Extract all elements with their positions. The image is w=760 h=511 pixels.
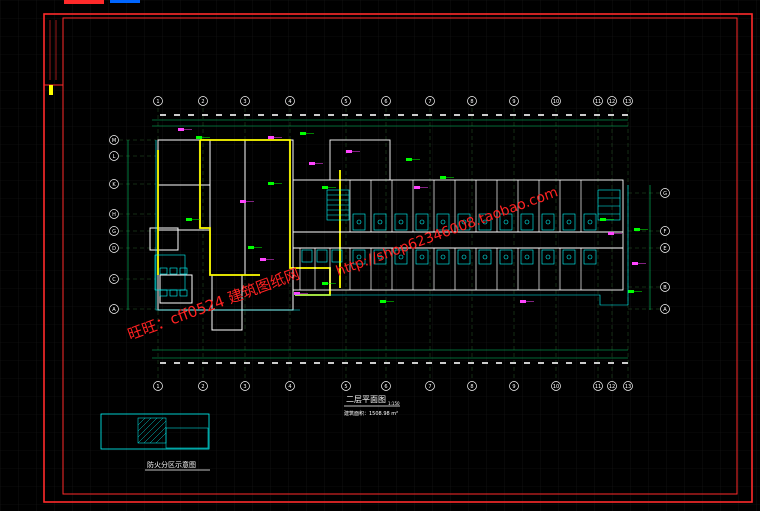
- column-axis-label: 10: [553, 384, 559, 390]
- column-axis-label: 3: [243, 99, 246, 105]
- annotation-mark: [260, 258, 266, 261]
- column-axis-label: 13: [625, 384, 631, 390]
- annotation-mark: [608, 232, 614, 235]
- column-axis-label: 5: [344, 99, 347, 105]
- row-axis-label: F: [664, 229, 667, 235]
- annotation-mark: [309, 162, 315, 165]
- annotation-mark: [322, 282, 328, 285]
- title-block-marker: [49, 85, 53, 95]
- annotation-mark: [632, 262, 638, 265]
- row-axis-label: E: [663, 246, 666, 252]
- annotation-mark: [294, 292, 300, 295]
- annotation-mark: [406, 158, 412, 161]
- row-axis-label: G: [112, 229, 116, 235]
- annotation-mark: [300, 132, 306, 135]
- column-axis-label: 9: [512, 99, 515, 105]
- annotation-mark: [196, 136, 202, 139]
- row-axis-label: G: [663, 191, 667, 197]
- annotation-mark: [600, 218, 606, 221]
- annotation-mark: [240, 200, 246, 203]
- annotation-mark: [520, 300, 526, 303]
- row-axis-label: A: [663, 307, 667, 313]
- annotation-mark: [178, 128, 184, 131]
- column-axis-label: 4: [288, 384, 291, 390]
- column-axis-label: 9: [512, 384, 515, 390]
- column-axis-label: 12: [609, 99, 615, 105]
- row-axis-label: M: [112, 138, 116, 144]
- column-axis-label: 6: [384, 99, 387, 105]
- cad-drawing-canvas: 1 2 3 4 5 6 7 8 9 10 11 12 13 1 2 3 4 5 6 7 8 9 10 11 12 13 MLKH…: [0, 0, 760, 511]
- column-axis-label: 13: [625, 99, 631, 105]
- plan-title: 二层平面图: [346, 395, 386, 404]
- column-axis-label: 11: [595, 384, 601, 390]
- annotation-mark: [248, 246, 254, 249]
- column-axis-label: 1: [156, 99, 159, 105]
- plan-scale: 1:150: [388, 401, 400, 406]
- column-axis-label: 8: [470, 384, 473, 390]
- annotation-mark: [268, 136, 274, 139]
- row-axis-label: B: [663, 285, 667, 291]
- column-axis-label: 5: [344, 384, 347, 390]
- column-axis-label: 2: [201, 99, 204, 105]
- row-axis-label: H: [112, 212, 116, 218]
- row-axis-label: D: [112, 246, 116, 252]
- column-axis-label: 8: [470, 99, 473, 105]
- column-axis-label: 10: [553, 99, 559, 105]
- column-axis-label: 3: [243, 384, 246, 390]
- row-axis-label: C: [112, 277, 116, 283]
- annotation-mark: [346, 150, 352, 153]
- annotation-mark: [186, 218, 192, 221]
- annotation-mark: [634, 228, 640, 231]
- annotation-mark: [268, 182, 274, 185]
- area-label: 建筑面积：1508.98 m²: [344, 410, 398, 417]
- annotation-mark: [440, 176, 446, 179]
- column-axis-label: 7: [428, 99, 431, 105]
- annotation-mark: [414, 186, 420, 189]
- annotation-mark: [628, 290, 634, 293]
- row-axis-label: L: [113, 154, 116, 160]
- column-axis-label: 1: [156, 384, 159, 390]
- column-axis-label: 7: [428, 384, 431, 390]
- column-axis-label: 11: [595, 99, 601, 105]
- column-axis-label: 4: [288, 99, 291, 105]
- annotation-mark: [380, 300, 386, 303]
- inset-title: 防火分区示意图: [147, 460, 196, 469]
- annotation-mark: [322, 186, 328, 189]
- column-axis-label: 6: [384, 384, 387, 390]
- column-axis-label: 2: [201, 384, 204, 390]
- row-axis-label: A: [112, 307, 116, 313]
- column-axis-label: 12: [609, 384, 615, 390]
